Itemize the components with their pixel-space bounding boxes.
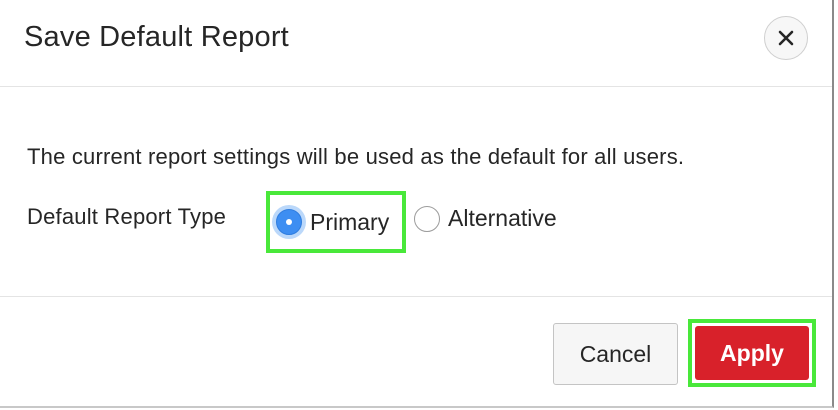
cancel-button[interactable]: Cancel xyxy=(553,323,678,385)
dialog-title: Save Default Report xyxy=(24,21,289,53)
apply-button[interactable]: Apply xyxy=(695,326,809,380)
radio-unchecked-icon[interactable] xyxy=(414,205,440,232)
report-type-label: Default Report Type xyxy=(27,204,227,229)
close-icon xyxy=(778,30,794,46)
save-default-report-dialog: Save Default Report The current report s… xyxy=(0,0,834,408)
radio-label-alternative: Alternative xyxy=(448,205,557,231)
radio-option-alternative[interactable]: Alternative xyxy=(414,205,557,232)
radio-option-primary[interactable]: Primary xyxy=(266,191,406,253)
dialog-footer: Cancel Apply xyxy=(0,296,832,407)
close-button[interactable] xyxy=(764,16,808,60)
dialog-header: Save Default Report xyxy=(0,0,832,87)
dialog-body: The current report settings will be used… xyxy=(0,87,832,295)
apply-button-highlight: Apply xyxy=(688,319,816,387)
dialog-description: The current report settings will be used… xyxy=(27,144,685,169)
radio-label-primary: Primary xyxy=(310,208,390,235)
radio-checked-icon[interactable] xyxy=(276,209,302,235)
